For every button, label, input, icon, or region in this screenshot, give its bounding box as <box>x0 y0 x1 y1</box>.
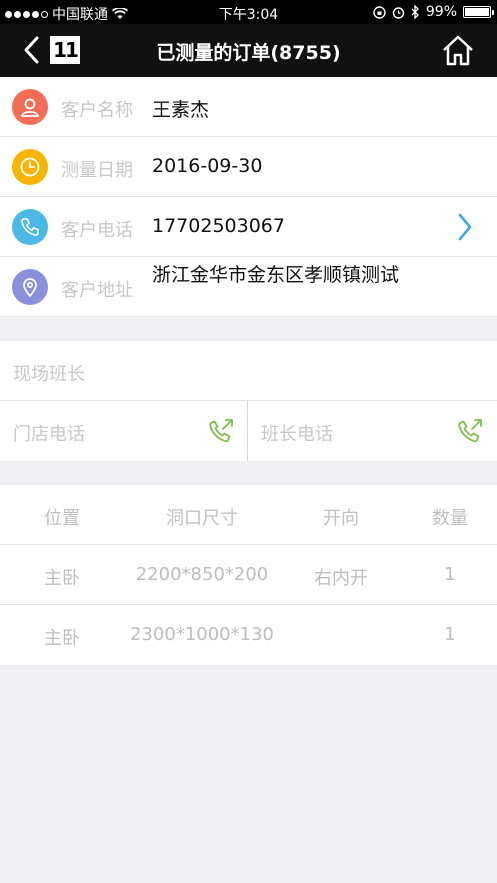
chevron-right-icon[interactable] <box>457 213 473 241</box>
leader-phone-label: 班长电话 <box>261 424 333 445</box>
rotation-lock-icon <box>373 5 386 19</box>
customer-name-label: 客户名称 <box>61 100 133 121</box>
page-title: 已测量的订单(8755) <box>156 42 341 64</box>
phone-icon <box>12 209 48 245</box>
bluetooth-icon <box>411 5 419 19</box>
site-leader-row: 现场班长 <box>0 341 497 401</box>
home-icon[interactable] <box>441 33 475 67</box>
customer-info-list: 客户名称 王素杰 测量日期 2016-09-30 客户电话 1770250306… <box>0 77 497 317</box>
nav-bar: 11 已测量的订单(8755) <box>0 24 497 77</box>
status-right: 99% <box>373 4 494 20</box>
user-icon <box>12 89 48 125</box>
site-leader-label: 现场班长 <box>13 364 85 385</box>
clock-icon <box>12 149 48 185</box>
table-row: 主卧 2200*850*200 右内开 1 <box>0 545 497 605</box>
battery-percent: 99% <box>425 4 457 20</box>
table-header: 数量 <box>432 508 468 529</box>
table-cell-quantity: 1 <box>444 564 456 585</box>
measure-date-row: 测量日期 2016-09-30 <box>0 137 497 197</box>
call-out-icon[interactable] <box>207 417 235 445</box>
table-header: 开向 <box>323 508 359 529</box>
customer-phone-label: 客户电话 <box>61 220 133 241</box>
table-cell-quantity: 1 <box>444 624 456 645</box>
table-cell-direction: 右内开 <box>314 568 368 589</box>
table-header-row: 位置 洞口尺寸 开向 数量 <box>0 485 497 545</box>
table-cell-size: 2300*1000*130 <box>130 624 274 645</box>
leader-section: 现场班长 门店电话 班长电话 <box>0 341 497 461</box>
table-cell-size: 2200*850*200 <box>135 564 269 585</box>
alarm-icon <box>392 6 405 19</box>
customer-address-row: 客户地址 浙江金华市金东区孝顺镇测试 <box>0 257 497 317</box>
leader-phone-cell[interactable]: 班长电话 <box>248 401 496 461</box>
measure-date-value: 2016-09-30 <box>152 155 263 177</box>
customer-phone-value[interactable]: 17702503067 <box>152 215 285 237</box>
table-header: 位置 <box>44 508 80 529</box>
store-phone-label: 门店电话 <box>13 424 85 445</box>
customer-name-value: 王素杰 <box>152 99 210 121</box>
customer-address-value: 浙江金华市金东区孝顺镇测试 <box>152 264 400 286</box>
customer-name-row: 客户名称 王素杰 <box>0 77 497 137</box>
store-phone-cell[interactable]: 门店电话 <box>0 401 248 461</box>
table-header: 洞口尺寸 <box>166 508 238 529</box>
call-out-icon[interactable] <box>456 417 484 445</box>
location-pin-icon <box>12 269 48 305</box>
table-cell-position: 主卧 <box>44 568 80 589</box>
battery-icon <box>463 6 494 18</box>
measure-date-label: 测量日期 <box>61 160 133 181</box>
phones-row: 门店电话 班长电话 <box>0 401 497 461</box>
measurement-table: 位置 洞口尺寸 开向 数量 主卧 2200*850*200 右内开 1 主卧 2… <box>0 485 497 665</box>
customer-address-label: 客户地址 <box>61 280 133 301</box>
table-cell-position: 主卧 <box>44 628 80 649</box>
customer-phone-row[interactable]: 客户电话 17702503067 <box>0 197 497 257</box>
status-bar: 中国联通 下午3:04 99% <box>0 0 497 24</box>
table-row: 主卧 2300*1000*130 1 <box>0 605 497 665</box>
